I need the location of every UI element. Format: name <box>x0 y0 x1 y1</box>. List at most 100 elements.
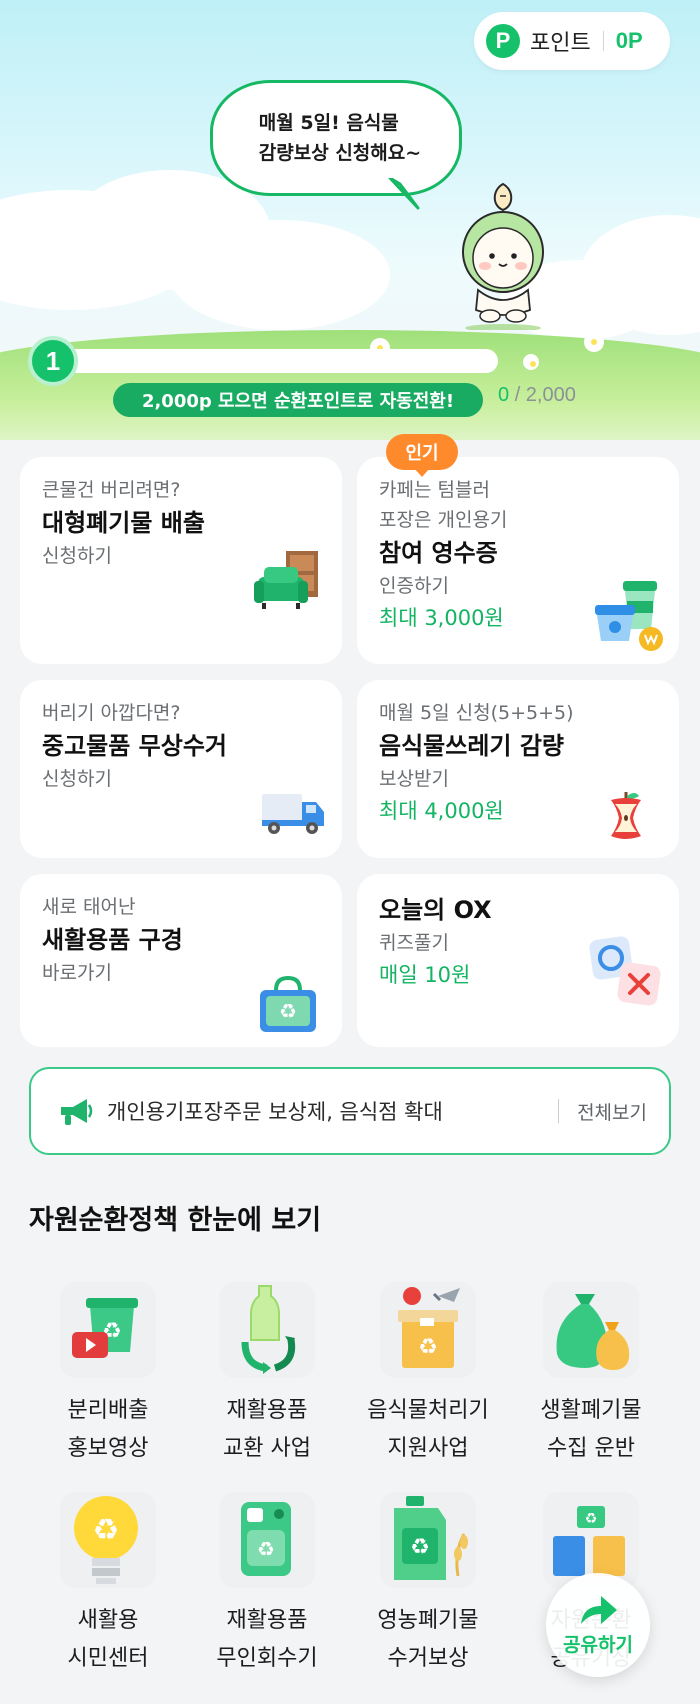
card-subtitle: 매월 5일 신청(5+5+5) <box>379 702 574 724</box>
food-waste-box-icon: ♻ <box>398 1287 460 1368</box>
policy-tile: ♻ <box>380 1492 476 1588</box>
notice-text: 개인용기포장주문 보상제, 음식점 확대 <box>107 1100 443 1124</box>
policy-item-reverse-vending-machine[interactable]: ♻ 재활용품 무인회수기 <box>187 1492 347 1678</box>
policy-label: 재활용품 <box>226 1608 308 1633</box>
policy-item-recyclables-exchange[interactable]: 재활용품 교환 사업 <box>187 1282 347 1468</box>
cloud <box>170 220 390 330</box>
vending-machine-icon: ♻ <box>241 1502 291 1576</box>
point-label: 포인트 <box>530 31 591 56</box>
card-title: 중고물품 무상수거 <box>42 732 227 760</box>
megaphone-icon <box>61 1099 93 1125</box>
policy-label: 지원사업 <box>387 1436 469 1461</box>
mascot-character[interactable] <box>448 180 558 330</box>
policy-label: 시민센터 <box>67 1646 149 1671</box>
card-title: 참여 영수증 <box>379 539 498 567</box>
garbage-bag-icon <box>556 1294 630 1370</box>
point-balance-button[interactable]: P 포인트 0P <box>474 12 670 70</box>
policy-item-recycling-video[interactable]: ♻ 분리배출 홍보영상 <box>28 1282 188 1468</box>
progress-bar <box>50 349 498 373</box>
policy-label: 영농폐기물 <box>377 1608 479 1633</box>
policy-label: 분리배출 <box>67 1398 149 1423</box>
point-value: 0P <box>615 28 643 53</box>
bubble-line: 매월 5일! 음식물 <box>258 112 399 134</box>
card-subtitle: 새로 태어난 <box>42 896 136 918</box>
card-subtitle: 버리기 아깝다면? <box>42 702 181 724</box>
point-icon: P <box>486 24 520 58</box>
policy-tile <box>219 1282 315 1378</box>
svg-text:♻: ♻ <box>257 1537 275 1561</box>
policy-label: 무인회수기 <box>216 1646 318 1671</box>
policy-item-upcycling-center[interactable]: ♻ 새활용 시민센터 <box>28 1492 188 1678</box>
badge-tail <box>414 468 430 477</box>
card-receipt-participation[interactable]: 카페는 텀블러 포장은 개인용기 참여 영수증 인증하기 최대 3,000원 <box>357 457 679 664</box>
popular-badge: 인기 <box>386 434 458 470</box>
card-subtitle: 큰물건 버리려면? <box>42 479 181 501</box>
bubble-line: 감량보상 신청해요~ <box>258 142 422 164</box>
card-food-waste-reduction[interactable]: 매월 5일 신청(5+5+5) 음식물쓰레기 감량 보상받기 최대 4,000원 <box>357 680 679 858</box>
lightbulb-icon: ♻ <box>74 1496 138 1584</box>
progress-count: 0 / 2,000 <box>498 384 576 407</box>
card-action: 보상받기 <box>379 768 449 790</box>
card-action: 인증하기 <box>379 575 449 597</box>
ox-quiz-icon <box>589 936 661 1006</box>
policy-label: 수집 운반 <box>547 1436 635 1461</box>
truck-icon <box>262 794 324 834</box>
svg-text:♻: ♻ <box>418 1335 438 1360</box>
share-button[interactable]: 공유하기 <box>546 1573 650 1677</box>
card-title: 음식물쓰레기 감량 <box>379 732 564 760</box>
tumbler-icon <box>595 581 663 651</box>
card-reward: 최대 3,000원 <box>379 606 504 630</box>
policy-label: 새활용 <box>77 1608 139 1633</box>
share-arrow-icon <box>581 1595 617 1624</box>
recycle-bin-video-icon: ♻ <box>72 1298 138 1358</box>
card-subtitle: 포장은 개인용기 <box>379 509 508 531</box>
card-reward: 매일 10원 <box>379 963 471 987</box>
policy-tile: ♻ <box>380 1282 476 1378</box>
card-used-goods-pickup[interactable]: 버리기 아깝다면? 중고물품 무상수거 신청하기 <box>20 680 342 858</box>
policy-label: 교환 사업 <box>223 1436 311 1461</box>
policy-tile <box>543 1282 639 1378</box>
agri-container-icon: ♻ <box>394 1496 468 1580</box>
policy-label: 수거보상 <box>387 1646 469 1671</box>
sofa-icon <box>254 551 318 609</box>
policy-tile: ♻ <box>60 1282 156 1378</box>
flower-decoration <box>586 334 602 350</box>
card-bulky-waste[interactable]: 큰물건 버리려면? 대형폐기물 배출 신청하기 <box>20 457 342 664</box>
card-title: 오늘의 OX <box>379 896 492 924</box>
card-title: 대형폐기물 배출 <box>42 509 205 537</box>
policy-label: 음식물처리기 <box>367 1398 489 1423</box>
policy-item-agri-waste-reward[interactable]: ♻ 영농폐기물 수거보상 <box>348 1492 508 1678</box>
policy-tile: ♻ <box>60 1492 156 1588</box>
card-action: 바로가기 <box>42 962 112 984</box>
card-upcycled-goods[interactable]: 새로 태어난 새활용품 구경 바로가기 ♻ <box>20 874 342 1047</box>
policy-item-household-waste-collection[interactable]: 생활폐기물 수집 운반 <box>511 1282 671 1468</box>
card-action: 신청하기 <box>42 545 112 567</box>
divider <box>602 31 604 51</box>
card-daily-ox-quiz[interactable]: 오늘의 OX 퀴즈풀기 매일 10원 <box>357 874 679 1047</box>
card-title: 새활용품 구경 <box>42 926 183 954</box>
svg-text:♻: ♻ <box>93 1513 120 1548</box>
apple-core-icon <box>611 792 641 839</box>
progress-total: / 2,000 <box>514 384 576 406</box>
divider <box>558 1099 560 1123</box>
policy-label: 홍보영상 <box>67 1436 149 1461</box>
auto-convert-label: 2,000p 모으면 순환포인트로 자동전환! <box>113 383 483 417</box>
notice-bar[interactable]: 개인용기포장주문 보상제, 음식점 확대 전체보기 <box>29 1067 671 1155</box>
flower-decoration <box>525 356 537 368</box>
view-all-link[interactable]: 전체보기 <box>577 1098 647 1125</box>
policy-item-food-processor-support[interactable]: ♻ 음식물처리기 지원사업 <box>348 1282 508 1468</box>
level-badge: 1 <box>28 336 78 386</box>
speech-bubble: 매월 5일! 음식물 감량보상 신청해요~ <box>210 80 462 196</box>
policy-label: 생활폐기물 <box>540 1398 642 1423</box>
card-action: 퀴즈풀기 <box>379 932 449 954</box>
svg-text:♻: ♻ <box>585 1511 598 1527</box>
recycle-bag-icon: ♻ <box>260 976 316 1032</box>
section-title: 자원순환정책 한눈에 보기 <box>29 1205 322 1236</box>
bubble-tail <box>388 178 420 210</box>
svg-text:♻: ♻ <box>279 999 297 1023</box>
progress-current: 0 <box>498 384 510 406</box>
card-reward: 최대 4,000원 <box>379 799 504 823</box>
card-subtitle: 카페는 텀블러 <box>379 479 490 501</box>
share-label: 공유하기 <box>563 1633 633 1656</box>
recycle-bottle-icon <box>241 1285 296 1374</box>
